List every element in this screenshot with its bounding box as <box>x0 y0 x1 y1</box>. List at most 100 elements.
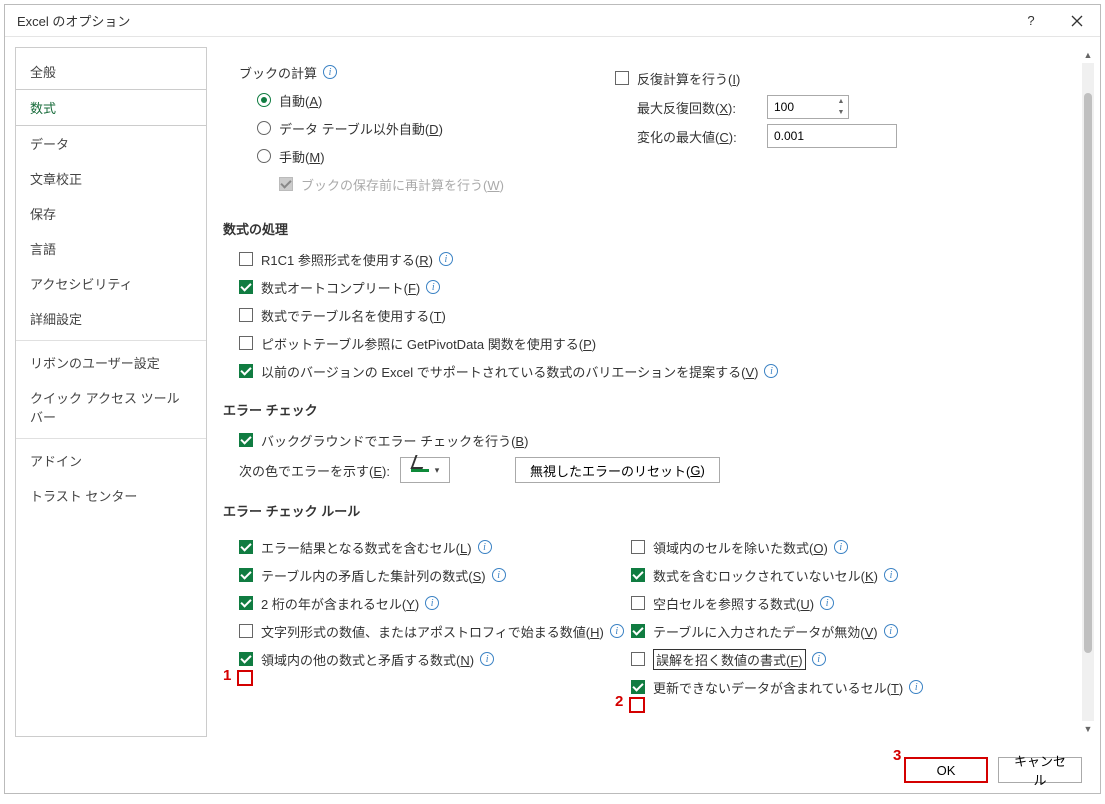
checkbox-icon <box>239 596 253 610</box>
color-swatch-icon <box>411 469 429 472</box>
max-iter-label: 最大反復回数(X): <box>637 98 767 117</box>
vertical-scrollbar[interactable]: ▲ ▼ <box>1082 47 1094 737</box>
max-change-input[interactable] <box>767 124 897 148</box>
rule-invalid-table-data[interactable]: テーブルに入力されたデータが無効(V) i <box>631 620 1076 642</box>
scroll-down-icon[interactable]: ▼ <box>1082 721 1094 737</box>
sidebar-item-general[interactable]: 全般 <box>16 54 206 89</box>
sidebar-item-trust-center[interactable]: トラスト センター <box>16 478 206 513</box>
rule-inconsistent-table-formula[interactable]: テーブル内の矛盾した集計列の数式(S) i <box>239 564 631 586</box>
checkbox-icon <box>239 252 253 266</box>
info-icon[interactable]: i <box>610 624 624 638</box>
info-icon[interactable]: i <box>426 280 440 294</box>
checkbox-autocomplete[interactable]: 数式オートコンプリート(F) i <box>239 276 1076 298</box>
error-check-heading: エラー チェック <box>223 400 1076 419</box>
radio-manual[interactable]: 手動(M) <box>257 145 615 167</box>
checkbox-icon <box>239 308 253 322</box>
sidebar-item-quick-access[interactable]: クイック アクセス ツール バー <box>16 380 206 434</box>
rule-inconsistent-region-formula[interactable]: 領域内の他の数式と矛盾する数式(N) i <box>239 648 631 670</box>
rule-error-formula-cells[interactable]: エラー結果となる数式を含むセル(L) i <box>239 536 631 558</box>
info-icon[interactable]: i <box>480 652 494 666</box>
reset-ignored-errors-button[interactable]: 無視したエラーのリセット(G) <box>515 457 720 483</box>
checkbox-icon <box>239 280 253 294</box>
max-change-label: 変化の最大値(C): <box>637 127 767 146</box>
info-icon[interactable]: i <box>812 652 826 666</box>
checkbox-icon <box>631 596 645 610</box>
help-button[interactable]: ? <box>1008 5 1054 37</box>
error-rules-heading: エラー チェック ルール <box>223 501 1076 520</box>
sidebar-item-data[interactable]: データ <box>16 126 206 161</box>
rule-unlocked-formula-cells[interactable]: 数式を含むロックされていないセル(K) i <box>631 564 1076 586</box>
checkbox-recalc-before-save: ブックの保存前に再計算を行う(W) <box>279 173 615 195</box>
info-icon[interactable]: i <box>478 540 492 554</box>
radio-icon <box>257 93 271 107</box>
checkbox-r1c1[interactable]: R1C1 参照形式を使用する(R) i <box>239 248 1076 270</box>
rule-number-as-text[interactable]: 文字列形式の数値、またはアポストロフィで始まる数値(H) i <box>239 620 631 642</box>
sidebar-item-addins[interactable]: アドイン <box>16 443 206 478</box>
checkbox-icon <box>239 433 253 447</box>
info-icon[interactable]: i <box>884 568 898 582</box>
checkbox-icon <box>631 540 645 554</box>
checkbox-icon <box>239 364 253 378</box>
options-dialog: Excel のオプション ? 全般 数式 データ 文章校正 保存 言語 アクセシ… <box>4 4 1101 794</box>
checkbox-iterative-calc[interactable]: 反復計算を行う(I) <box>615 67 1076 89</box>
radio-icon <box>257 121 271 135</box>
checkbox-tablenames[interactable]: 数式でテーブル名を使用する(T) <box>239 304 1076 326</box>
formula-handling-heading: 数式の処理 <box>223 219 1076 238</box>
radio-except-tables[interactable]: データ テーブル以外自動(D) <box>257 117 615 139</box>
error-color-picker[interactable]: ▾ <box>400 457 450 483</box>
sidebar-item-language[interactable]: 言語 <box>16 231 206 266</box>
checkbox-icon <box>631 568 645 582</box>
info-icon[interactable]: i <box>909 680 923 694</box>
info-icon[interactable]: i <box>439 252 453 266</box>
checkbox-getpivotdata[interactable]: ピボットテーブル参照に GetPivotData 関数を使用する(P) <box>239 332 1076 354</box>
options-panel: 計算方法の設定 ブックの計算 i <box>207 37 1100 747</box>
checkbox-icon <box>631 624 645 638</box>
info-icon[interactable]: i <box>492 568 506 582</box>
sidebar-item-advanced[interactable]: 詳細設定 <box>16 301 206 336</box>
window-title: Excel のオプション <box>5 11 130 30</box>
checkbox-icon <box>239 652 253 666</box>
cancel-button[interactable]: キャンセル <box>998 757 1082 783</box>
close-icon <box>1071 15 1083 27</box>
rule-stale-data-cells[interactable]: 更新できないデータが含まれているセル(T) i <box>631 676 1076 698</box>
scroll-thumb[interactable] <box>1084 93 1092 653</box>
info-icon[interactable]: i <box>820 596 834 610</box>
scroll-track[interactable] <box>1082 63 1094 721</box>
close-button[interactable] <box>1054 5 1100 37</box>
checkbox-icon <box>239 336 253 350</box>
checkbox-background-error-check[interactable]: バックグラウンドでエラー チェックを行う(B) <box>239 429 1076 451</box>
chevron-down-icon: ▾ <box>435 465 440 476</box>
sidebar-item-proofing[interactable]: 文章校正 <box>16 161 206 196</box>
checkbox-icon <box>615 71 629 85</box>
sidebar-item-formulas[interactable]: 数式 <box>16 89 206 126</box>
checkbox-icon <box>239 624 253 638</box>
checkbox-icon <box>631 652 645 666</box>
error-color-label: 次の色でエラーを示す(E): <box>239 461 390 480</box>
rule-refers-empty-cells[interactable]: 空白セルを参照する数式(U) i <box>631 592 1076 614</box>
info-icon[interactable]: i <box>323 65 337 79</box>
rule-omits-region-cells[interactable]: 領域内のセルを除いた数式(O) i <box>631 536 1076 558</box>
checkbox-legacy-variations[interactable]: 以前のバージョンの Excel でサポートされている数式のバリエーションを提案す… <box>239 360 1076 382</box>
info-icon[interactable]: i <box>884 624 898 638</box>
info-icon[interactable]: i <box>764 364 778 378</box>
checkbox-icon <box>239 540 253 554</box>
checkbox-icon <box>239 568 253 582</box>
info-icon[interactable]: i <box>834 540 848 554</box>
sidebar-item-customize-ribbon[interactable]: リボンのユーザー設定 <box>16 345 206 380</box>
rule-two-digit-year[interactable]: 2 桁の年が含まれるセル(Y) i <box>239 592 631 614</box>
spinner-buttons[interactable]: ▲▼ <box>834 96 848 118</box>
checkbox-icon <box>631 680 645 694</box>
checkbox-icon <box>279 177 293 191</box>
sidebar-item-accessibility[interactable]: アクセシビリティ <box>16 266 206 301</box>
workbook-calc-label: ブックの計算 <box>239 63 317 82</box>
dialog-footer: OK キャンセル <box>5 747 1100 793</box>
radio-icon <box>257 149 271 163</box>
scroll-up-icon[interactable]: ▲ <box>1082 47 1094 63</box>
rule-misleading-number-format[interactable]: 誤解を招く数値の書式(F) i <box>631 648 1076 670</box>
ok-button[interactable]: OK <box>904 757 988 783</box>
category-sidebar: 全般 数式 データ 文章校正 保存 言語 アクセシビリティ 詳細設定 リボンのユ… <box>15 47 207 737</box>
info-icon[interactable]: i <box>425 596 439 610</box>
radio-auto[interactable]: 自動(A) <box>257 89 615 111</box>
sidebar-item-save[interactable]: 保存 <box>16 196 206 231</box>
titlebar: Excel のオプション ? <box>5 5 1100 37</box>
